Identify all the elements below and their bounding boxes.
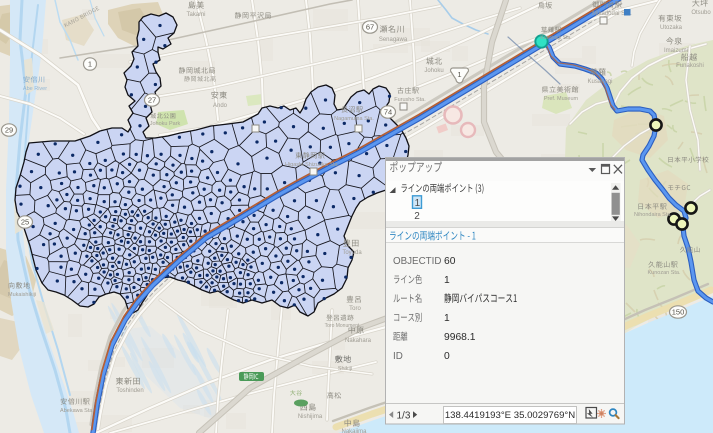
svg-text:Toro: Toro: [349, 306, 361, 312]
svg-text:Shikiji: Shikiji: [338, 366, 352, 372]
svg-text:9968.1: 9968.1: [444, 332, 476, 343]
svg-text:Toshinden: Toshinden: [116, 388, 143, 394]
svg-text:27: 27: [148, 96, 156, 105]
svg-text:Johoku Park: Johoku Park: [150, 121, 181, 127]
svg-text:Kunozan Sta.: Kunozan Sta.: [647, 270, 680, 276]
svg-text:Toro Monument: Toro Monument: [325, 323, 360, 329]
svg-text:Imaizumi: Imaizumi: [664, 48, 688, 54]
svg-text:Otsubo: Otsubo: [691, 10, 711, 16]
svg-text:Mukaishikiji: Mukaishikiji: [8, 292, 36, 298]
svg-text:Nishijima: Nishijima: [298, 414, 323, 420]
svg-text:Nagamuma Sta.: Nagamuma Sta.: [334, 116, 374, 122]
svg-text:Pref. Museum: Pref. Museum: [544, 96, 579, 102]
svg-text:Abe River: Abe River: [23, 86, 47, 92]
svg-text:1: 1: [444, 275, 450, 286]
svg-text:1: 1: [457, 70, 461, 79]
svg-text:0: 0: [444, 351, 450, 362]
svg-text:Toyoda: Toyoda: [342, 250, 362, 256]
svg-text:OBJECTID: OBJECTID: [393, 256, 441, 267]
svg-text:Kusanagi Sta.: Kusanagi Sta.: [540, 35, 571, 41]
svg-text:ID: ID: [393, 351, 403, 362]
svg-text:1: 1: [415, 198, 421, 209]
svg-text:Utozaka: Utozaka: [660, 25, 683, 31]
svg-text:Ando: Ando: [213, 103, 228, 109]
svg-text:Furusho Sta.: Furusho Sta.: [394, 97, 426, 103]
svg-text:Nakahara: Nakahara: [345, 338, 372, 344]
svg-text:Nakajima: Nakajima: [341, 429, 367, 433]
svg-text:Funakoshi: Funakoshi: [676, 63, 704, 69]
svg-text:74: 74: [384, 108, 392, 117]
svg-text:150: 150: [672, 308, 685, 317]
svg-text:138.4419193°E 35.0029769°N: 138.4419193°E 35.0029769°N: [445, 410, 575, 421]
svg-text:1: 1: [444, 313, 450, 324]
svg-text:Nihondaira Sta.: Nihondaira Sta.: [634, 212, 672, 218]
svg-text:Takami: Takami: [186, 12, 205, 18]
svg-text:67: 67: [366, 23, 374, 32]
svg-text:2: 2: [414, 211, 420, 222]
svg-text:Johoku: Johoku: [424, 68, 443, 74]
svg-text:Higashi-Shizuoka Sta.: Higashi-Shizuoka Sta.: [285, 162, 340, 168]
svg-text:60: 60: [444, 256, 456, 267]
svg-text:Abekawa Sta.: Abekawa Sta.: [60, 408, 94, 414]
svg-text:Kusanagi: Kusanagi: [587, 79, 612, 85]
svg-text:Senagawa: Senagawa: [379, 37, 408, 43]
svg-text:1: 1: [88, 60, 92, 69]
svg-text:25: 25: [21, 218, 29, 227]
svg-text:1/3: 1/3: [397, 410, 411, 421]
svg-text:29: 29: [5, 126, 13, 135]
